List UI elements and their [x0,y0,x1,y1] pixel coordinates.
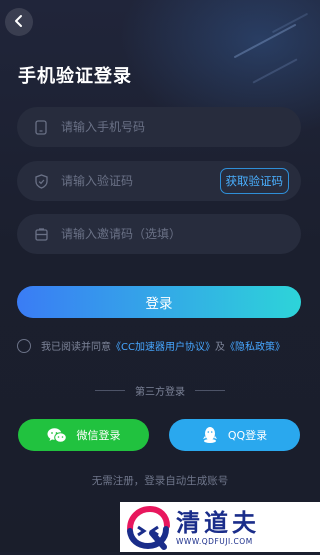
watermark-brand: 清道夫 [176,508,260,537]
divider-line [195,390,225,391]
footer-note: 无需注册，登录自动生成账号 [91,475,229,487]
invite-input[interactable] [61,227,211,241]
login-button[interactable]: 登录 [17,286,301,318]
agreement-connector: 及 [214,342,225,353]
agreement-row: 我已阅读并同意 《CC加速器用户协议》 及 《隐私政策》 [17,338,285,353]
third-party-divider: 第三方登录 [0,383,320,398]
phone-field[interactable] [17,107,301,147]
invite-code-icon [33,226,49,242]
back-button[interactable] [5,8,33,36]
phone-icon [33,119,49,135]
privacy-policy-link[interactable]: 《隐私政策》 [225,338,285,353]
qq-login-button[interactable]: QQ登录 [169,419,300,451]
watermark-logo-icon [124,503,172,551]
chevron-left-icon [12,13,26,32]
user-agreement-link[interactable]: 《CC加速器用户协议》 [111,338,215,353]
phone-input[interactable] [61,120,211,134]
shield-icon [33,173,49,189]
page-title: 手机验证登录 [18,66,132,87]
wechat-login-label: 微信登录 [76,429,121,442]
agreement-prefix: 我已阅读并同意 [41,342,111,353]
wechat-icon [47,427,67,444]
code-field[interactable]: 获取验证码 [17,161,301,201]
divider-line [95,390,125,391]
invite-field[interactable] [17,214,301,254]
watermark-url: WWW.QDFUJI.COM [176,536,253,546]
third-party-title: 第三方登录 [135,387,185,398]
agreement-checkbox[interactable] [17,338,31,353]
watermark: 清道夫 WWW.QDFUJI.COM [120,502,320,552]
qq-icon [202,426,218,444]
code-input[interactable] [61,174,211,188]
get-code-button[interactable]: 获取验证码 [219,168,289,194]
wechat-login-button[interactable]: 微信登录 [18,419,149,451]
qq-login-label: QQ登录 [227,429,268,442]
